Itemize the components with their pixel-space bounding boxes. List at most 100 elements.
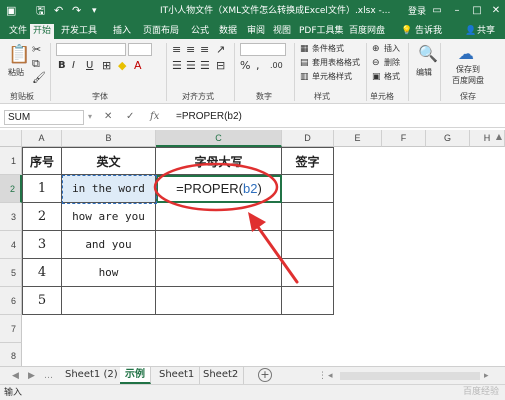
uppercase-cell[interactable] bbox=[156, 287, 282, 315]
header-cell-english[interactable]: 英文 bbox=[62, 147, 156, 175]
row-header-1[interactable]: 1 bbox=[0, 147, 22, 175]
row-header-2[interactable]: 2 bbox=[0, 175, 22, 203]
signature-cell[interactable] bbox=[282, 175, 334, 203]
format-as-table-button[interactable]: 套用表格格式 bbox=[312, 57, 360, 68]
index-cell[interactable]: 3 bbox=[22, 231, 62, 259]
signature-cell[interactable] bbox=[282, 231, 334, 259]
align-left-icon[interactable]: ☰ bbox=[172, 60, 182, 72]
italic-button[interactable]: I bbox=[72, 60, 75, 71]
row-header-3[interactable]: 3 bbox=[0, 203, 22, 231]
row-header-6[interactable]: 6 bbox=[0, 287, 22, 315]
horizontal-scrollbar[interactable] bbox=[340, 372, 480, 380]
next-sheet-icon[interactable]: ▶ bbox=[28, 369, 35, 383]
redo-icon[interactable]: ↷ bbox=[72, 3, 81, 19]
minimize-icon[interactable]: – bbox=[450, 3, 464, 19]
align-bottom-icon[interactable]: ≡ bbox=[200, 44, 209, 56]
align-top-icon[interactable]: ≡ bbox=[172, 44, 181, 56]
font-color-icon[interactable]: A bbox=[134, 60, 142, 72]
column-header-b[interactable]: B bbox=[62, 130, 156, 147]
fill-color-icon[interactable]: ◆ bbox=[118, 60, 126, 72]
signature-cell[interactable] bbox=[282, 203, 334, 231]
sheet-tab-sheet2[interactable]: Sheet2 bbox=[198, 367, 245, 384]
index-cell[interactable]: 1 bbox=[22, 175, 62, 203]
sheet-tab-sheet1-2[interactable]: Sheet1 (2) bbox=[60, 367, 124, 384]
add-sheet-icon[interactable]: + bbox=[258, 368, 272, 382]
search-icon[interactable]: 🔍 bbox=[418, 45, 438, 63]
english-cell[interactable]: in the word bbox=[62, 175, 156, 203]
tab-view[interactable]: 视图 bbox=[270, 24, 294, 39]
tab-pdf-tools[interactable]: PDF工具集 bbox=[296, 24, 347, 39]
format-painter-icon[interactable]: 🖌 bbox=[32, 72, 46, 84]
column-header-c[interactable]: C bbox=[156, 130, 282, 147]
column-header-a[interactable]: A bbox=[22, 130, 62, 147]
formula-input[interactable]: =PROPER(b2) bbox=[172, 109, 492, 125]
index-cell[interactable]: 5 bbox=[22, 287, 62, 315]
uppercase-cell[interactable] bbox=[156, 259, 282, 287]
save-icon[interactable]: 🖫 bbox=[36, 3, 45, 19]
tab-home[interactable]: 开始 bbox=[30, 24, 55, 39]
select-all-corner[interactable] bbox=[0, 130, 22, 147]
sheet-tab-sheet1[interactable]: Sheet1 bbox=[154, 367, 201, 384]
header-cell-signature[interactable]: 签字 bbox=[282, 147, 334, 175]
index-cell[interactable]: 2 bbox=[22, 203, 62, 231]
font-name-combo[interactable] bbox=[56, 43, 126, 56]
cell-styles-button[interactable]: 单元格样式 bbox=[312, 71, 352, 82]
scroll-right-icon[interactable]: ▸ bbox=[484, 369, 489, 383]
signature-cell[interactable] bbox=[282, 259, 334, 287]
uppercase-cell[interactable] bbox=[156, 231, 282, 259]
copy-icon[interactable]: ⧉ bbox=[32, 58, 40, 70]
prev-sheet-icon[interactable]: ◀ bbox=[12, 369, 19, 383]
orientation-icon[interactable]: ↗ bbox=[216, 44, 225, 56]
english-cell[interactable] bbox=[62, 287, 156, 315]
english-cell[interactable]: how are you bbox=[62, 203, 156, 231]
scroll-left-icon[interactable]: ◂ bbox=[328, 369, 333, 383]
paste-icon[interactable]: 📋 bbox=[8, 45, 30, 65]
conditional-format-button[interactable]: 条件格式 bbox=[312, 43, 344, 54]
row-header-4[interactable]: 4 bbox=[0, 231, 22, 259]
align-middle-icon[interactable]: ≡ bbox=[186, 44, 195, 56]
share-button[interactable]: 共享 bbox=[474, 24, 498, 39]
ribbon-display-icon[interactable]: ▭ bbox=[430, 3, 444, 19]
undo-icon[interactable]: ↶ bbox=[54, 3, 63, 19]
row-header-7[interactable]: 7 bbox=[0, 315, 22, 343]
login-link[interactable]: 登录 bbox=[408, 4, 426, 20]
paste-button[interactable]: 粘贴 bbox=[8, 67, 24, 78]
english-cell[interactable]: and you bbox=[62, 231, 156, 259]
scroll-up-icon[interactable]: ▲ bbox=[496, 132, 502, 141]
save-to-baidu-button[interactable]: 保存到 百度网盘 bbox=[448, 64, 488, 86]
tab-insert[interactable]: 插入 bbox=[110, 24, 134, 39]
index-cell[interactable]: 4 bbox=[22, 259, 62, 287]
sheet-scroll-separator[interactable]: ⋮ bbox=[318, 369, 327, 383]
border-icon[interactable]: ⊞ bbox=[102, 60, 111, 72]
number-format-combo[interactable] bbox=[240, 43, 286, 56]
tab-file[interactable]: 文件 bbox=[6, 24, 30, 39]
column-header-f[interactable]: F bbox=[382, 130, 426, 147]
insert-function-icon[interactable]: fx bbox=[150, 110, 159, 124]
maximize-icon[interactable]: □ bbox=[470, 3, 484, 19]
tab-formulas[interactable]: 公式 bbox=[188, 24, 212, 39]
delete-cells-button[interactable]: 删除 bbox=[384, 57, 400, 68]
column-header-e[interactable]: E bbox=[334, 130, 382, 147]
column-header-d[interactable]: D bbox=[282, 130, 334, 147]
customize-quick-access-icon[interactable]: ▾ bbox=[92, 3, 97, 19]
tab-page-layout[interactable]: 页面布局 bbox=[140, 24, 182, 39]
active-formula-cell[interactable]: =PROPER(b2) bbox=[156, 175, 282, 203]
english-cell[interactable]: how bbox=[62, 259, 156, 287]
tell-me-box[interactable]: 告诉我 bbox=[412, 24, 445, 39]
format-cells-button[interactable]: 格式 bbox=[384, 71, 400, 82]
tab-developer[interactable]: 开发工具 bbox=[58, 24, 100, 39]
signature-cell[interactable] bbox=[282, 287, 334, 315]
worksheet-grid[interactable]: A B C D E F G H 1 2 3 4 5 6 7 8 序号 英文 字母… bbox=[0, 130, 505, 370]
tab-baidu-netdisk[interactable]: 百度网盘 bbox=[346, 24, 388, 39]
sheet-tab-example[interactable]: 示例 bbox=[120, 367, 151, 384]
cut-icon[interactable]: ✂ bbox=[32, 44, 41, 56]
insert-cells-button[interactable]: 插入 bbox=[384, 43, 400, 54]
align-center-icon[interactable]: ☰ bbox=[186, 60, 196, 72]
enter-icon[interactable]: ✓ bbox=[126, 110, 134, 124]
more-sheets-icon[interactable]: … bbox=[44, 369, 53, 383]
header-cell-uppercase[interactable]: 字母大写 bbox=[156, 147, 282, 175]
header-cell-index[interactable]: 序号 bbox=[22, 147, 62, 175]
decimal-icon[interactable]: .00 bbox=[270, 60, 283, 72]
column-header-g[interactable]: G bbox=[426, 130, 470, 147]
align-right-icon[interactable]: ☰ bbox=[200, 60, 210, 72]
